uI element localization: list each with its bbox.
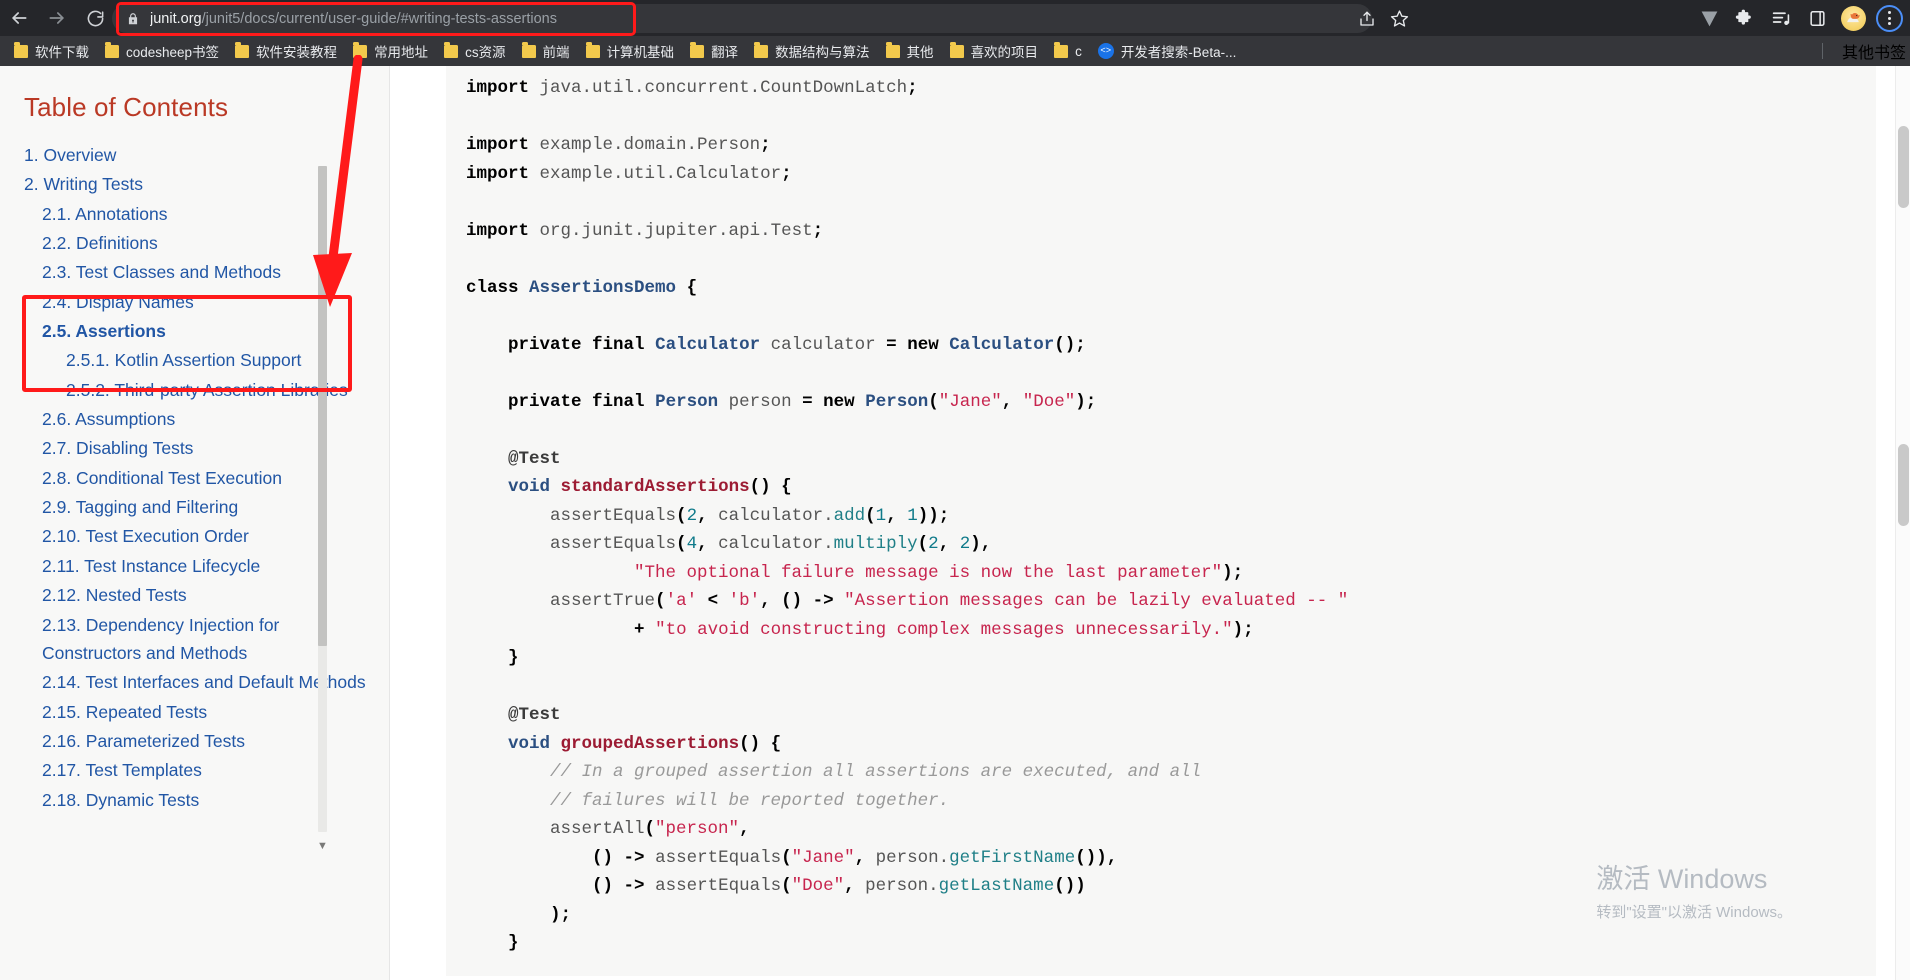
folder-icon (885, 42, 900, 58)
folder-icon (235, 42, 250, 58)
watermark-line-1: 激活 Windows (1596, 864, 1768, 895)
toc-title: Table of Contents (24, 92, 229, 122)
bookmark-label: 常用地址 (374, 45, 429, 60)
page-scrollbar-thumb[interactable] (1898, 126, 1909, 208)
bookmark-item[interactable]: <> 开发者搜索-Beta-... (1090, 39, 1245, 63)
code-listing: import java.util.concurrent.CountDownLat… (466, 78, 1349, 954)
bookmark-label: cs资源 (465, 45, 506, 60)
avatar (1840, 5, 1866, 31)
divider (1821, 43, 1823, 59)
bookmark-label: 软件安装教程 (256, 45, 338, 60)
windows-activation-watermark: 激活 Windows 转到"设置"以激活 Windows。 (1596, 863, 1792, 922)
address-bar[interactable]: junit.org/junit5/docs/current/user-guide… (112, 4, 1372, 33)
folder-icon (444, 42, 459, 58)
bookmarks-overflow[interactable]: 其他书签 (1811, 36, 1906, 66)
page-scrollbar-thumb-secondary[interactable] (1898, 444, 1909, 526)
bookmark-item[interactable]: 喜欢的项目 (942, 39, 1047, 63)
bookmark-item[interactable]: 计算机基础 (578, 39, 683, 63)
bookmark-label: 数据结构与算法 (775, 45, 870, 60)
code-block: import java.util.concurrent.CountDownLat… (446, 66, 1876, 976)
menu-dots (1875, 4, 1903, 32)
bookmark-item[interactable]: 数据结构与算法 (746, 39, 878, 63)
folder-icon (1054, 42, 1069, 58)
bookmarks-bar: 软件下载 codesheep书签 软件安装教程 常用地址 cs资源 前端 计算机… (0, 36, 1910, 66)
forward-button[interactable] (38, 0, 76, 36)
bookmark-item[interactable]: c (1046, 39, 1090, 63)
folder-icon (949, 42, 964, 58)
table-of-contents-sidebar: Table of Contents 1. Overview 2. Writing… (0, 66, 390, 980)
page-scrollbar[interactable] (1895, 66, 1910, 980)
bookmark-label: 其他 (906, 45, 934, 60)
bookmark-label: 翻译 (711, 45, 739, 60)
vimium-v-icon[interactable] (1692, 0, 1726, 36)
url-host: junit.org (150, 10, 202, 27)
url-text: junit.org/junit5/docs/current/user-guide… (150, 11, 557, 27)
browser-toolbar: junit.org/junit5/docs/current/user-guide… (0, 0, 1910, 36)
browser-window: junit.org/junit5/docs/current/user-guide… (0, 0, 1910, 980)
bookmark-item[interactable]: 常用地址 (345, 39, 436, 63)
toc-item-writing-tests[interactable]: 2. Writing Tests (24, 170, 354, 198)
media-playlist-icon[interactable] (1764, 0, 1798, 36)
page-viewport: Table of Contents 1. Overview 2. Writing… (0, 66, 1910, 980)
bookmark-label: 计算机基础 (606, 45, 675, 60)
folder-icon (105, 42, 119, 58)
folder-icon (521, 42, 536, 58)
bookmark-label: c (1075, 43, 1082, 59)
bookmark-label: 前端 (542, 45, 570, 60)
url-path: /junit5/docs/current/user-guide/#writing… (201, 10, 557, 27)
bookmark-label: 喜欢的项目 (970, 45, 1039, 60)
folder-icon (585, 42, 600, 58)
toc-scrollbar-thumb[interactable] (318, 166, 327, 646)
reload-button[interactable] (76, 0, 114, 36)
watermark-line-2: 转到"设置"以激活 Windows。 (1596, 904, 1792, 921)
lock-icon (126, 12, 140, 26)
star-icon[interactable] (1384, 4, 1414, 33)
bookmark-item[interactable]: 软件下载 (6, 39, 97, 63)
document-content: import java.util.concurrent.CountDownLat… (391, 66, 1910, 980)
bookmark-item[interactable]: cs资源 (436, 39, 514, 63)
profile-avatar-icon[interactable] (1836, 0, 1870, 36)
toc-list: 1. Overview 2. Writing Tests 2.1. Annota… (24, 141, 389, 814)
toc-scrollbar[interactable] (318, 166, 327, 832)
dev-search-icon: <> (1097, 43, 1114, 59)
share-icon[interactable] (1352, 4, 1382, 33)
bookmarks-overflow-label: 其他书签 (1841, 45, 1906, 62)
folder-icon (353, 42, 368, 58)
folder-icon (754, 42, 769, 58)
folder-icon (14, 42, 28, 58)
bookmark-item[interactable]: 翻译 (682, 39, 746, 63)
three-dot-menu-icon[interactable] (1872, 0, 1906, 36)
bookmark-label: codesheep书签 (126, 45, 220, 60)
bookmark-label: 软件下载 (35, 45, 89, 60)
toc-item-overview[interactable]: 1. Overview (24, 141, 354, 169)
toc-item-kotlin-assertion-support[interactable]: 2.5.1. Kotlin Assertion Support (66, 346, 389, 374)
folder-icon (690, 42, 705, 58)
toc-scroll-down-arrow[interactable]: ▼ (314, 838, 331, 855)
bookmark-item[interactable]: 前端 (514, 39, 578, 63)
extensions-puzzle-icon[interactable] (1728, 0, 1762, 36)
omnibox-actions (1352, 4, 1414, 33)
bookmark-item[interactable]: 其他 (878, 39, 942, 63)
bookmark-item[interactable]: codesheep书签 (97, 39, 227, 63)
side-panel-icon[interactable] (1800, 0, 1834, 36)
toc-item-third-party-assertion-libraries[interactable]: 2.5.2. Third-party Assertion Libraries (66, 376, 389, 404)
bookmark-item[interactable]: 软件安装教程 (227, 39, 345, 63)
browser-actions (1692, 0, 1906, 36)
back-button[interactable] (0, 0, 38, 36)
navigation-buttons (0, 0, 114, 36)
bookmark-label: 开发者搜索-Beta-... (1120, 45, 1237, 60)
